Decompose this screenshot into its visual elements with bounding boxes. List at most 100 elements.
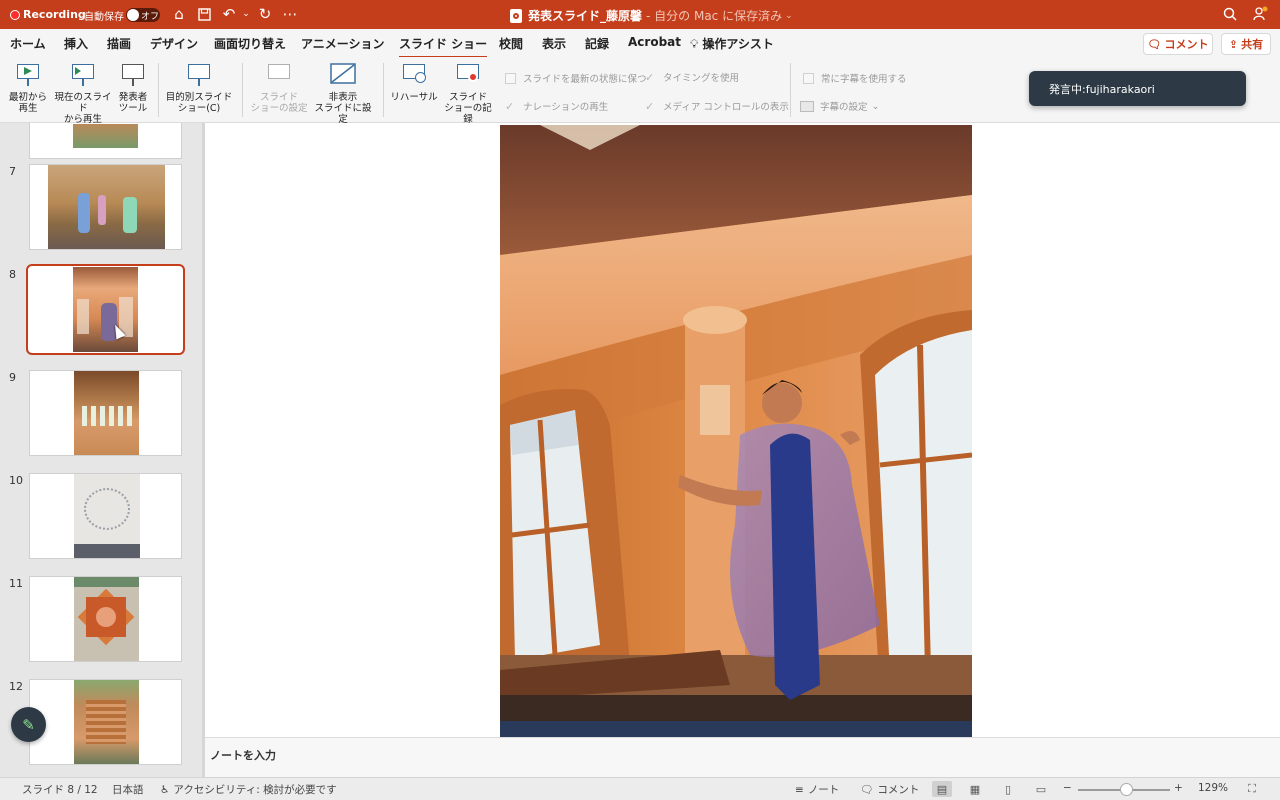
- title-bar: Recording 自動保存 オフ ⌂ ↶ ⌄ ↻ ⋯ 発表スライド_藤原馨 -…: [0, 0, 1280, 29]
- tab-design[interactable]: デザイン: [150, 35, 198, 52]
- rehearse-button[interactable]: リハーサル: [390, 63, 438, 103]
- hide-slide-button[interactable]: 非表示 スライドに設定: [310, 63, 376, 125]
- from-start-button[interactable]: 最初から 再生: [8, 63, 48, 114]
- subtitle-settings-button[interactable]: 字幕の設定 ⌄: [800, 99, 879, 113]
- slide-thumbnail[interactable]: [29, 679, 182, 765]
- slide-number: 11: [9, 577, 23, 590]
- speaking-notification: 発言中:fujiharakaori: [1029, 71, 1246, 106]
- tab-review[interactable]: 校閲: [499, 35, 523, 52]
- zoom-in-icon[interactable]: +: [1174, 782, 1183, 794]
- record-show-label-1: スライド: [448, 92, 487, 103]
- checkbox-box: [505, 72, 516, 84]
- notes-pane[interactable]: ノートを入力: [205, 737, 1280, 777]
- notes-placeholder: ノートを入力: [210, 749, 276, 762]
- tab-slideshow[interactable]: スライド ショー: [399, 35, 488, 58]
- pen-tool-button[interactable]: ✎: [11, 707, 46, 742]
- slide-image: [48, 165, 165, 249]
- chevron-down-icon: ⌄: [785, 10, 793, 21]
- slide-thumbnail-selected[interactable]: [26, 264, 185, 355]
- save-icon[interactable]: [194, 4, 214, 24]
- tab-draw[interactable]: 描画: [107, 35, 131, 52]
- comment-button[interactable]: 🗨︎ コメント: [1143, 33, 1213, 55]
- zoom-out-icon[interactable]: −: [1063, 782, 1072, 794]
- language-indicator[interactable]: 日本語: [112, 782, 144, 797]
- comment-icon: 🗨︎: [1147, 37, 1162, 51]
- slide-image: [74, 371, 139, 455]
- slideshow-view-icon[interactable]: ▭: [1031, 781, 1051, 797]
- normal-view-icon[interactable]: ▤: [932, 781, 952, 797]
- document-title[interactable]: 発表スライド_藤原馨 - 自分の Mac に保存済み ⌄: [510, 7, 793, 24]
- from-current-label-1: 現在のスライド: [54, 92, 112, 114]
- slide-thumbnail[interactable]: [29, 164, 182, 250]
- custom-show-label-2: ショー(C): [177, 103, 221, 114]
- subtitle-icon: [800, 100, 814, 112]
- search-icon[interactable]: [1220, 4, 1240, 24]
- tab-insert[interactable]: 挿入: [64, 35, 88, 52]
- slide-thumbnail[interactable]: [29, 123, 182, 159]
- slide-thumbnail[interactable]: [29, 576, 182, 662]
- notes-toggle-label: ノート: [807, 784, 840, 796]
- always-subtitles-checkbox[interactable]: 常に字幕を使用する: [803, 71, 907, 85]
- slide-sorter-icon[interactable]: ▦: [965, 781, 985, 797]
- menu-bar: ホーム 挿入 描画 デザイン 画面切り替え アニメーション スライド ショー 校…: [0, 29, 1280, 58]
- keep-updated-label: スライドを最新の状態に保つ: [523, 74, 647, 85]
- use-timings-label: タイミングを使用: [663, 73, 740, 84]
- home-icon[interactable]: ⌂: [169, 4, 189, 24]
- redo-icon[interactable]: ↻: [255, 4, 275, 24]
- chevron-down-icon: ⌄: [871, 100, 880, 112]
- presenter-label-1: 発表者: [118, 92, 148, 103]
- slide-thumbnail-pane[interactable]: 7 8 9 10 11 12: [0, 123, 202, 777]
- slide-thumbnail[interactable]: [29, 473, 182, 559]
- play-narrations-checkbox[interactable]: ✓ ナレーションの再生: [505, 99, 608, 114]
- accessibility-status[interactable]: ♿︎ アクセシビリティ: 検討が必要です: [160, 782, 337, 797]
- fit-to-window-icon[interactable]: ⛶: [1242, 781, 1262, 797]
- setup-show-label-1: スライド: [259, 92, 298, 103]
- share-button[interactable]: ⇪ 共有: [1221, 33, 1271, 55]
- slide-photo[interactable]: [500, 125, 972, 737]
- save-location: - 自分の Mac に保存済み: [646, 9, 783, 23]
- slide-number: 12: [9, 680, 23, 693]
- setup-show-button[interactable]: スライド ショーの設定: [250, 63, 308, 114]
- tab-acrobat[interactable]: Acrobat: [628, 35, 681, 49]
- chevron-down-icon[interactable]: ⌄: [236, 4, 256, 24]
- toggle-knob: [127, 9, 139, 21]
- tab-record[interactable]: 記録: [585, 35, 609, 52]
- record-icon: [10, 9, 20, 20]
- slide-image: [74, 680, 139, 764]
- slide-number: 8: [9, 268, 16, 281]
- powerpoint-icon: [510, 8, 522, 23]
- presenter-tools-button[interactable]: 発表者 ツール: [116, 63, 150, 114]
- slide-number: 10: [9, 474, 23, 487]
- tell-me-label: 操作アシスト: [702, 37, 774, 51]
- slide-thumbnail[interactable]: [29, 370, 182, 456]
- use-timings-checkbox[interactable]: ✓ タイミングを使用: [645, 70, 740, 85]
- from-current-button[interactable]: 現在のスライド から再生: [50, 63, 116, 125]
- comments-toggle[interactable]: 🗨︎ コメント: [860, 782, 919, 797]
- reading-view-icon[interactable]: ▯: [998, 781, 1018, 797]
- hide-slide-label-1: 非表示: [328, 92, 358, 103]
- tab-transitions[interactable]: 画面切り替え: [214, 35, 286, 52]
- tab-view[interactable]: 表示: [542, 35, 566, 52]
- check-icon: ✓: [505, 99, 515, 113]
- zoom-slider-handle[interactable]: [1120, 783, 1133, 796]
- account-icon[interactable]: [1250, 4, 1270, 24]
- speaking-text: 発言中:fujiharakaori: [1049, 82, 1155, 96]
- tab-tell-me[interactable]: 💡︎ 操作アシスト: [690, 35, 774, 52]
- zoom-level[interactable]: 129%: [1198, 782, 1228, 794]
- pen-icon: ✎: [22, 715, 35, 734]
- keep-updated-checkbox[interactable]: スライドを最新の状態に保つ: [505, 71, 647, 85]
- notes-icon: ≡: [795, 783, 804, 796]
- slide-image: [73, 267, 138, 352]
- tab-animations[interactable]: アニメーション: [301, 35, 385, 52]
- record-show-button[interactable]: スライド ショーの記録: [440, 63, 496, 125]
- record-show-label-2: ショーの記録: [444, 103, 492, 125]
- recording-indicator[interactable]: Recording: [10, 7, 86, 22]
- slide-number: 9: [9, 371, 16, 384]
- notes-toggle[interactable]: ≡ ノート: [795, 782, 839, 797]
- more-icon[interactable]: ⋯: [280, 4, 300, 24]
- autosave-toggle[interactable]: オフ: [126, 8, 160, 22]
- media-controls-checkbox[interactable]: ✓ メディア コントロールの表示: [645, 99, 789, 114]
- tab-home[interactable]: ホーム: [10, 35, 46, 52]
- comment-icon: 🗨︎: [860, 784, 874, 796]
- custom-show-button[interactable]: 目的別スライド ショー(C): [164, 63, 234, 114]
